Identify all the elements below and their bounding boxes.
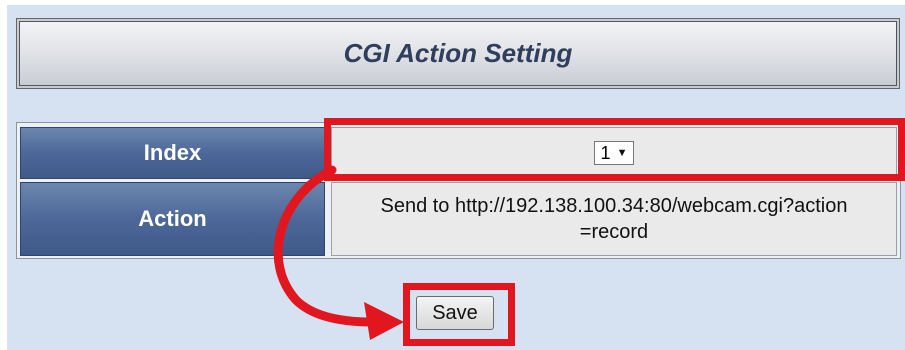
arrow-head <box>364 302 404 340</box>
arrow-curve <box>273 165 377 327</box>
callout-arrow <box>273 165 404 340</box>
